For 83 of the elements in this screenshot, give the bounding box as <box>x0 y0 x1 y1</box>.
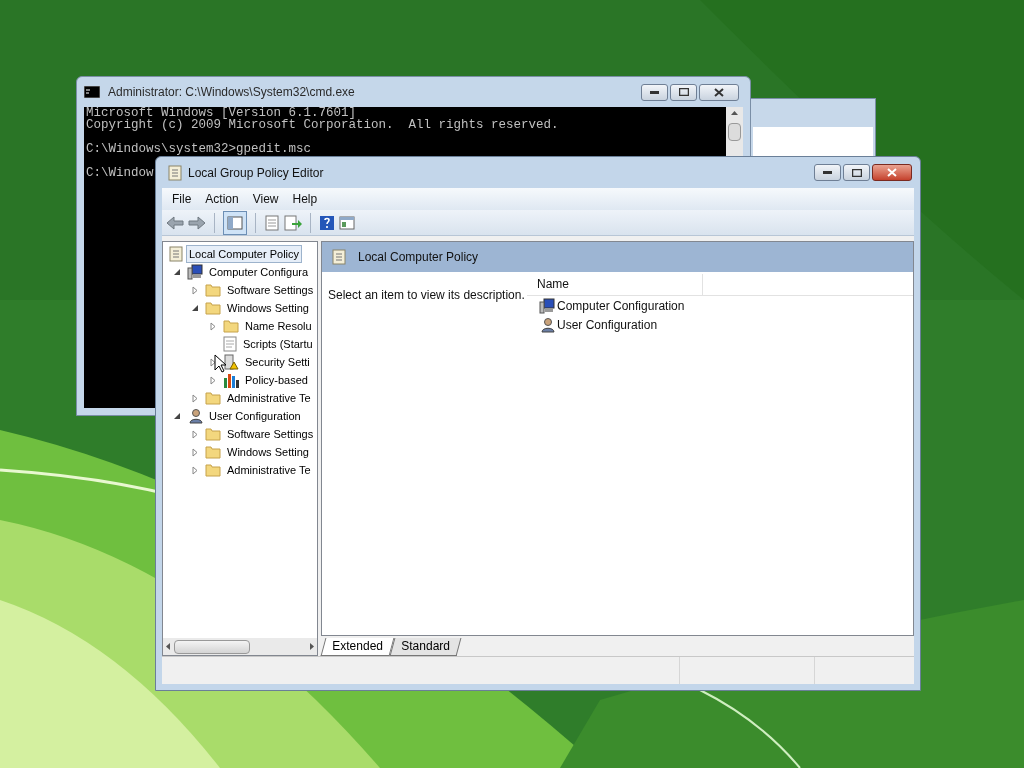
tree-item[interactable]: Software Settings <box>224 281 317 299</box>
collapse-arrow-icon[interactable] <box>191 304 199 312</box>
policy-icon <box>169 246 183 262</box>
folder-icon <box>205 463 221 477</box>
tree-item[interactable]: Computer Configura <box>206 263 312 281</box>
scroll-left-arrow-icon[interactable] <box>166 643 170 650</box>
horizontal-scrollbar[interactable] <box>163 638 317 655</box>
console-line: Copyright (c) 2009 Microsoft Corporation. All rights reserved. <box>86 119 559 131</box>
bar-chart-icon <box>223 372 239 388</box>
expand-arrow-icon[interactable] <box>210 375 216 385</box>
folder-icon <box>205 427 221 441</box>
security-icon <box>223 354 239 370</box>
folder-icon <box>223 319 239 333</box>
policy-icon <box>332 249 346 265</box>
tree-item[interactable]: Security Setti <box>242 353 313 371</box>
expand-arrow-icon[interactable] <box>192 465 198 475</box>
view-tab[interactable]: Standard <box>389 638 461 656</box>
list-item[interactable]: Computer Configuration <box>557 296 685 315</box>
close-icon <box>714 87 724 97</box>
close-button[interactable] <box>699 83 739 101</box>
tree-item[interactable]: Windows Setting <box>224 443 312 461</box>
expand-arrow-icon[interactable] <box>192 393 198 403</box>
tree-item[interactable]: User Configuration <box>206 407 304 425</box>
expand-arrow-icon[interactable] <box>210 321 216 331</box>
console-line: C:\Windows\system32>gpedit.msc <box>86 143 312 155</box>
policy-icon <box>168 164 182 181</box>
tree-item[interactable]: Administrative Te <box>224 461 314 479</box>
menu-item[interactable]: File <box>165 190 199 208</box>
show-tree-button[interactable] <box>223 210 247 235</box>
minimize-button[interactable] <box>641 83 668 101</box>
tree-item[interactable]: Name Resolu <box>242 317 315 335</box>
minimize-icon <box>650 90 659 94</box>
tree-item[interactable]: Windows Setting <box>224 299 312 317</box>
mouse-pointer-icon <box>214 354 226 373</box>
collapse-arrow-icon[interactable] <box>173 412 181 420</box>
collapse-arrow-icon[interactable] <box>173 268 181 276</box>
menu-item[interactable]: Action <box>198 190 246 208</box>
scrollbar-thumb[interactable] <box>728 123 741 141</box>
scroll-up-arrow-icon[interactable] <box>731 111 738 115</box>
scroll-right-arrow-icon[interactable] <box>310 643 314 650</box>
menu-item[interactable]: View <box>245 190 286 208</box>
tree-item[interactable]: Local Computer Policy <box>186 245 303 263</box>
properties-icon[interactable] <box>264 214 280 231</box>
help-icon[interactable] <box>319 214 335 231</box>
tree-item[interactable]: Policy-based <box>242 371 311 389</box>
console-icon <box>84 86 100 98</box>
computer-icon <box>539 297 555 314</box>
window-title: Administrator: C:\Windows\System32\cmd.exe <box>108 84 355 101</box>
expand-arrow-icon[interactable] <box>192 285 198 295</box>
expand-arrow-icon[interactable] <box>192 429 198 439</box>
maximize-button[interactable] <box>843 164 870 181</box>
view-icon[interactable] <box>339 215 355 230</box>
column-header[interactable]: Name <box>527 274 703 295</box>
back-arrow-icon[interactable] <box>166 215 184 230</box>
maximize-icon <box>678 88 689 96</box>
window-title: Local Group Policy Editor <box>188 164 324 182</box>
computer-icon <box>187 264 203 280</box>
folder-icon <box>205 283 221 297</box>
console-line: Microsoft Windows [Version 6.1.7601] <box>86 107 357 119</box>
expand-arrow-icon[interactable] <box>210 357 216 367</box>
close-icon <box>887 168 897 177</box>
close-button[interactable] <box>872 164 912 181</box>
description-text: Select an item to view its description. <box>328 288 525 302</box>
maximize-icon <box>851 168 862 177</box>
tree-item[interactable]: Scripts (Startu <box>240 335 316 353</box>
tree-item[interactable]: Software Settings <box>224 425 317 443</box>
user-icon <box>539 316 555 333</box>
expand-arrow-icon[interactable] <box>192 447 198 457</box>
maximize-button[interactable] <box>670 83 697 101</box>
tree-item[interactable]: Administrative Te <box>224 389 314 407</box>
menu-item[interactable]: Help <box>285 190 325 208</box>
folder-icon <box>205 445 221 459</box>
list-item[interactable]: User Configuration <box>557 315 658 334</box>
header-title: Local Computer Policy <box>358 249 479 266</box>
minimize-button[interactable] <box>814 164 841 181</box>
view-tab[interactable]: Extended <box>320 638 395 656</box>
forward-arrow-icon[interactable] <box>188 215 206 230</box>
user-icon <box>187 408 203 424</box>
folder-icon <box>205 391 221 405</box>
console-line: C:\Window <box>86 167 154 179</box>
export-list-icon[interactable] <box>284 214 302 231</box>
script-icon <box>223 336 237 352</box>
minimize-icon <box>823 171 832 174</box>
